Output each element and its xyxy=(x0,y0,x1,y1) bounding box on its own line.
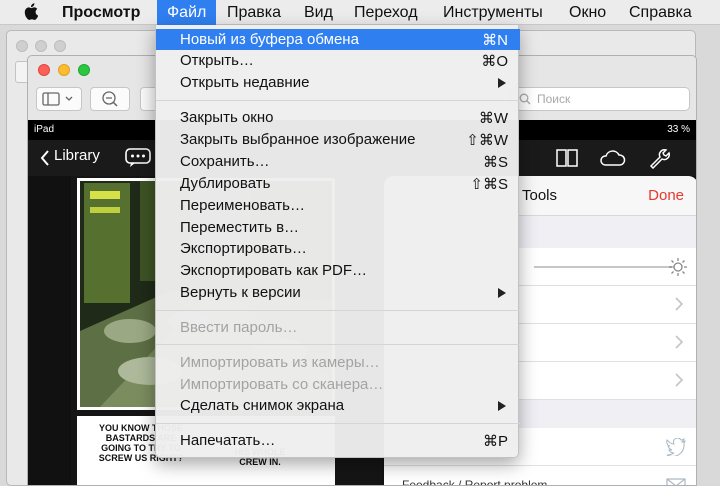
menu-edit[interactable]: Правка xyxy=(227,0,281,25)
menu-item-import-scanner[interactable]: Импортировать со сканера… xyxy=(156,374,520,395)
menu-item-label: Сделать снимок экрана xyxy=(180,397,345,414)
menu-item-enter-password[interactable]: Ввести пароль… xyxy=(156,317,520,338)
menu-item-export-pdf[interactable]: Экспортировать как PDF… xyxy=(156,260,520,281)
menu-item-open-recent[interactable]: Открыть недавние xyxy=(156,72,520,93)
menu-bar: Просмотр Файл Правка Вид Переход Инструм… xyxy=(0,0,720,25)
window-zoom-button[interactable] xyxy=(54,40,66,52)
zoom-out-button[interactable] xyxy=(90,87,130,111)
menu-item-label: Переименовать… xyxy=(180,197,305,214)
library-back-link: Library xyxy=(54,147,100,164)
menu-separator xyxy=(156,344,520,345)
submenu-arrow-icon xyxy=(498,78,506,88)
chevron-right-icon xyxy=(675,373,684,387)
menu-item-move-to[interactable]: Переместить в… xyxy=(156,217,520,238)
menu-help[interactable]: Справка xyxy=(629,0,692,25)
search-field[interactable]: Поиск xyxy=(510,87,690,111)
menu-item-label: Импортировать со сканера… xyxy=(180,376,384,393)
submenu-arrow-icon xyxy=(498,288,506,298)
wrench-icon xyxy=(649,149,670,169)
submenu-arrow-icon xyxy=(498,401,506,411)
menu-item-rename[interactable]: Переименовать… xyxy=(156,195,520,216)
done-button: Done xyxy=(648,187,684,204)
window-close-button[interactable] xyxy=(16,40,28,52)
menu-item-label: Вернуть к версии xyxy=(180,284,301,301)
menu-item-import-camera[interactable]: Импортировать из камеры… xyxy=(156,352,520,373)
chevron-left-icon xyxy=(40,150,49,166)
menu-item-label: Напечатать… xyxy=(180,432,276,449)
comments-icon xyxy=(125,148,151,167)
window-close-button[interactable] xyxy=(38,64,50,76)
menu-item-new-from-clipboard[interactable]: Новый из буфера обмена ⌘N xyxy=(156,29,520,50)
feedback-row: Feedback / Report problem xyxy=(384,466,696,486)
menu-item-close-selected-image[interactable]: Закрыть выбранное изображение ⇧⌘W xyxy=(156,129,520,150)
window-minimize-button[interactable] xyxy=(35,40,47,52)
menu-item-shortcut: ⇧⌘S xyxy=(470,176,508,193)
menu-item-shortcut: ⇧⌘W xyxy=(466,132,508,149)
menu-item-label: Экспортировать… xyxy=(180,240,307,257)
twitter-icon xyxy=(666,438,686,456)
menu-app-name[interactable]: Просмотр xyxy=(62,0,140,25)
window-minimize-button[interactable] xyxy=(58,64,70,76)
brightness-slider-track xyxy=(534,266,674,268)
menu-item-revert-to[interactable]: Вернуть к версии xyxy=(156,282,520,303)
device-label: iPad xyxy=(34,124,55,135)
menu-item-label: Экспортировать как PDF… xyxy=(180,262,368,279)
tools-title: Tools xyxy=(522,187,558,204)
sidebar-view-icon xyxy=(42,92,73,106)
menu-item-shortcut: ⌘W xyxy=(478,110,508,127)
search-icon xyxy=(519,93,531,105)
menu-item-take-screenshot[interactable]: Сделать снимок экрана xyxy=(156,395,520,416)
feedback-label: Feedback / Report problem xyxy=(402,478,548,486)
window-zoom-button[interactable] xyxy=(78,64,90,76)
view-menu-button[interactable] xyxy=(36,87,82,111)
menu-tools[interactable]: Инструменты xyxy=(443,0,543,25)
zoom-out-icon xyxy=(102,91,118,107)
menu-item-open[interactable]: Открыть… ⌘O xyxy=(156,50,520,71)
menu-window[interactable]: Окно xyxy=(569,0,606,25)
menu-item-label: Открыть… xyxy=(180,52,254,69)
file-menu-dropdown: Новый из буфера обмена ⌘N Открыть… ⌘O От… xyxy=(155,25,520,458)
menu-item-duplicate[interactable]: Дублировать ⇧⌘S xyxy=(156,173,520,194)
menu-go[interactable]: Переход xyxy=(354,0,418,25)
menu-item-label: Ввести пароль… xyxy=(180,319,298,336)
menu-separator xyxy=(156,310,520,311)
chevron-right-icon xyxy=(675,297,684,311)
menu-item-label: Импортировать из камеры… xyxy=(180,354,380,371)
menu-separator xyxy=(156,423,520,424)
menu-item-label: Закрыть выбранное изображение xyxy=(180,131,416,148)
menu-item-export[interactable]: Экспортировать… xyxy=(156,238,520,259)
menu-item-label: Переместить в… xyxy=(180,219,300,236)
menu-item-label: Дублировать xyxy=(180,175,271,192)
menu-item-label: Закрыть окно xyxy=(180,109,274,126)
menu-item-close-window[interactable]: Закрыть окно ⌘W xyxy=(156,107,520,128)
brightness-icon xyxy=(669,258,687,276)
menu-item-label: Сохранить… xyxy=(180,153,270,170)
battery-label: 33 % xyxy=(667,124,690,135)
menu-item-shortcut: ⌘S xyxy=(482,154,508,171)
menu-separator xyxy=(156,100,520,101)
book-icon xyxy=(556,149,578,167)
menu-item-shortcut: ⌘N xyxy=(482,32,508,49)
menu-item-label: Новый из буфера обмена xyxy=(180,31,359,48)
apple-icon[interactable] xyxy=(24,3,38,20)
search-placeholder: Поиск xyxy=(537,92,571,106)
menu-item-save[interactable]: Сохранить… ⌘S xyxy=(156,151,520,172)
menu-view[interactable]: Вид xyxy=(304,0,333,25)
menu-file[interactable]: Файл xyxy=(157,0,217,25)
menu-item-shortcut: ⌘P xyxy=(482,433,508,450)
cloud-icon xyxy=(600,150,626,166)
chevron-right-icon xyxy=(675,335,684,349)
menu-item-label: Открыть недавние xyxy=(180,74,310,91)
menu-item-print[interactable]: Напечатать… ⌘P xyxy=(156,430,520,451)
mail-icon xyxy=(666,478,686,485)
menu-item-shortcut: ⌘O xyxy=(481,53,508,70)
